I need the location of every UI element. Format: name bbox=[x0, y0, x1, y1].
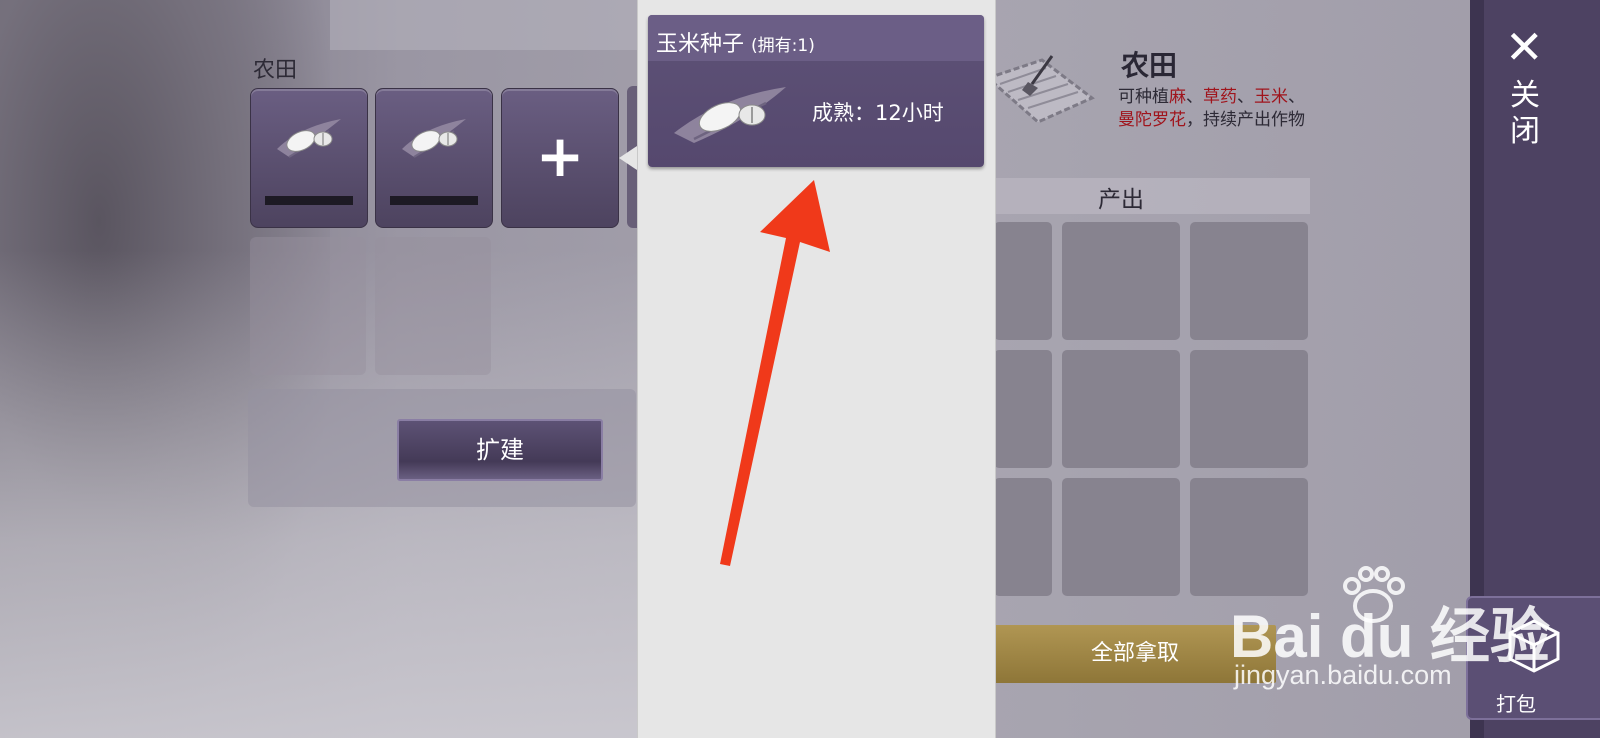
farm-description: 可种植麻、草药、玉米、曼陀罗花，持续产出作物 bbox=[1118, 86, 1308, 132]
crop-name: 草药 bbox=[1203, 87, 1237, 107]
corn-seed-icon bbox=[402, 119, 466, 158]
red-annotation-arrow bbox=[720, 180, 830, 566]
growth-bar bbox=[390, 196, 478, 205]
desc-separator: 、 bbox=[1186, 87, 1203, 107]
crop-name: 曼陀罗花 bbox=[1118, 110, 1186, 130]
close-button[interactable]: 关闭 bbox=[1508, 78, 1542, 150]
desc-separator: 、 bbox=[1237, 87, 1254, 107]
output-cell[interactable] bbox=[1190, 222, 1308, 340]
output-cell[interactable] bbox=[1062, 478, 1180, 596]
farm-slot-1[interactable] bbox=[250, 88, 368, 228]
desc-separator: 、 bbox=[1288, 87, 1305, 107]
farm-section-label: 农田 bbox=[253, 58, 298, 83]
seed-card-corn[interactable]: 玉米种子 (拥有:1) 成熟：12小时 bbox=[648, 15, 984, 167]
farm-slot-empty bbox=[250, 237, 366, 375]
corn-seed-icon bbox=[674, 87, 786, 143]
plus-icon: + bbox=[535, 122, 585, 190]
seed-owned-count: (拥有:1) bbox=[751, 36, 815, 56]
farm-slot-empty bbox=[375, 237, 491, 375]
desc-text: ，持续产出作物 bbox=[1186, 110, 1305, 130]
seed-name: 玉米种子 (拥有:1) bbox=[656, 26, 815, 58]
seed-name-text: 玉米种子 bbox=[656, 32, 745, 57]
output-cell[interactable] bbox=[1190, 350, 1308, 468]
mature-time: 成熟：12小时 bbox=[812, 101, 944, 125]
farm-title: 农田 bbox=[1121, 49, 1178, 82]
corn-seed-icon bbox=[277, 119, 341, 158]
farm-plot-icon bbox=[985, 55, 1095, 124]
output-cell[interactable] bbox=[1190, 478, 1308, 596]
output-cell[interactable] bbox=[994, 350, 1052, 468]
watermark-url: jingyan.baidu.com bbox=[1234, 660, 1452, 690]
background-wall bbox=[330, 0, 640, 50]
growth-bar bbox=[265, 196, 353, 205]
output-label: 产出 bbox=[1098, 187, 1144, 213]
crop-name: 麻 bbox=[1169, 87, 1186, 107]
output-cell[interactable] bbox=[994, 222, 1052, 340]
pack-label: 打包 bbox=[1496, 692, 1536, 716]
farm-slot-2[interactable] bbox=[375, 88, 493, 228]
crop-name: 玉米 bbox=[1254, 87, 1288, 107]
expand-button[interactable]: 扩建 bbox=[397, 419, 603, 481]
output-cell[interactable] bbox=[1062, 222, 1180, 340]
add-slot-button[interactable]: + bbox=[501, 88, 619, 228]
close-icon[interactable]: ✕ bbox=[1505, 24, 1544, 70]
output-header bbox=[994, 178, 1310, 214]
output-cell[interactable] bbox=[994, 478, 1052, 596]
desc-text: 可种植 bbox=[1118, 87, 1169, 107]
output-cell[interactable] bbox=[1062, 350, 1180, 468]
popup-pointer bbox=[619, 146, 637, 170]
